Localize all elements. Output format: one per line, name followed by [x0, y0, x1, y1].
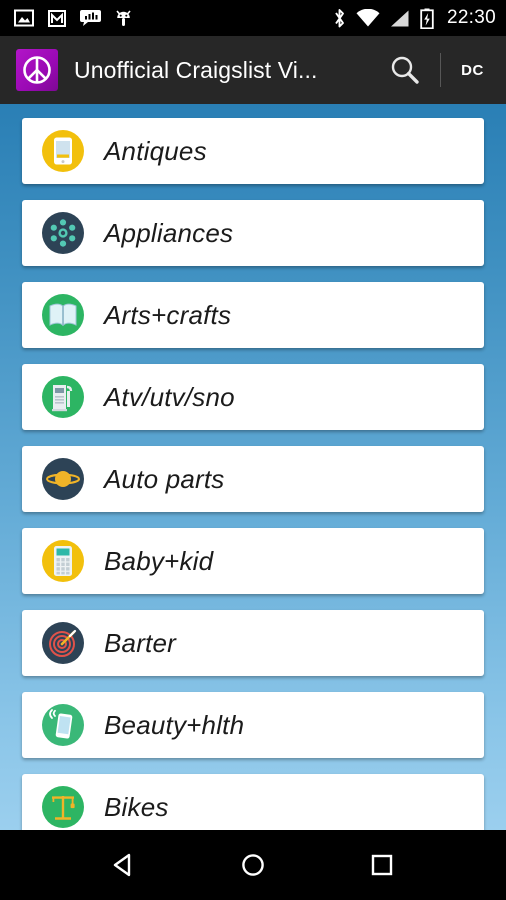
list-item[interactable]: Antiques — [22, 118, 484, 184]
list-item-label: Atv/utv/sno — [104, 381, 235, 412]
list-item-label: Arts+crafts — [104, 299, 232, 330]
list-item-label: Barter — [104, 627, 177, 658]
list-item[interactable]: Baby+kid — [22, 528, 484, 594]
category-list[interactable]: Antiques Appliances Arts+crafts Atv/utv/… — [0, 104, 506, 830]
phone-screen: 22:30 Unofficial Craigslist Vi... DC Ant… — [0, 0, 506, 900]
list-item[interactable]: Appliances — [22, 200, 484, 266]
gas-pump-icon — [42, 376, 84, 418]
status-notification-icons — [14, 9, 133, 28]
list-item[interactable]: Atv/utv/sno — [22, 364, 484, 430]
list-item[interactable]: Beauty+hlth — [22, 692, 484, 758]
recents-button[interactable] — [355, 838, 409, 892]
list-item-label: Auto parts — [104, 463, 225, 494]
list-item-label: Beauty+hlth — [104, 709, 245, 740]
list-item-label: Antiques — [104, 135, 207, 166]
app-title: Unofficial Craigslist Vi... — [74, 56, 318, 83]
list-item[interactable]: Auto parts — [22, 446, 484, 512]
calculator-icon — [42, 540, 84, 582]
gmail-icon — [48, 9, 66, 27]
open-book-icon — [42, 294, 84, 336]
wifi-icon — [356, 8, 380, 26]
dartboard-icon — [42, 622, 84, 664]
status-bar: 22:30 — [0, 0, 506, 36]
status-system-icons: 22:30 — [333, 7, 496, 29]
system-nav-bar — [0, 830, 506, 900]
list-item-label: Bikes — [104, 791, 169, 822]
peace-sign-logo[interactable] — [16, 49, 58, 91]
app-bar: Unofficial Craigslist Vi... DC — [0, 36, 506, 104]
status-clock: 22:30 — [446, 7, 496, 28]
location-button[interactable]: DC — [457, 56, 488, 85]
list-item-label: Baby+kid — [104, 545, 214, 576]
atom-icon — [42, 212, 84, 254]
search-icon — [391, 56, 419, 84]
list-item[interactable]: Arts+crafts — [22, 282, 484, 348]
search-button[interactable] — [382, 47, 428, 93]
home-circle-icon — [242, 854, 264, 876]
list-item-label: Appliances — [104, 217, 234, 248]
phone-vibrate-icon — [42, 704, 84, 746]
recents-square-icon — [371, 854, 392, 876]
bluetooth-icon — [335, 8, 344, 27]
home-button[interactable] — [226, 838, 280, 892]
crane-scale-icon — [42, 786, 84, 828]
back-button[interactable] — [97, 838, 151, 892]
cell-signal-icon — [390, 10, 409, 26]
back-triangle-icon — [114, 853, 131, 877]
appbar-divider — [440, 53, 442, 87]
chat-bars-icon — [80, 10, 101, 26]
android-bug-icon — [116, 9, 131, 26]
saturn-icon — [42, 458, 84, 500]
phone-icon — [42, 130, 84, 172]
list-item[interactable]: Bikes — [22, 774, 484, 830]
battery-charging-icon — [420, 8, 434, 29]
peace-sign-icon — [23, 56, 51, 84]
list-item[interactable]: Barter — [22, 610, 484, 676]
photo-icon — [14, 9, 34, 27]
